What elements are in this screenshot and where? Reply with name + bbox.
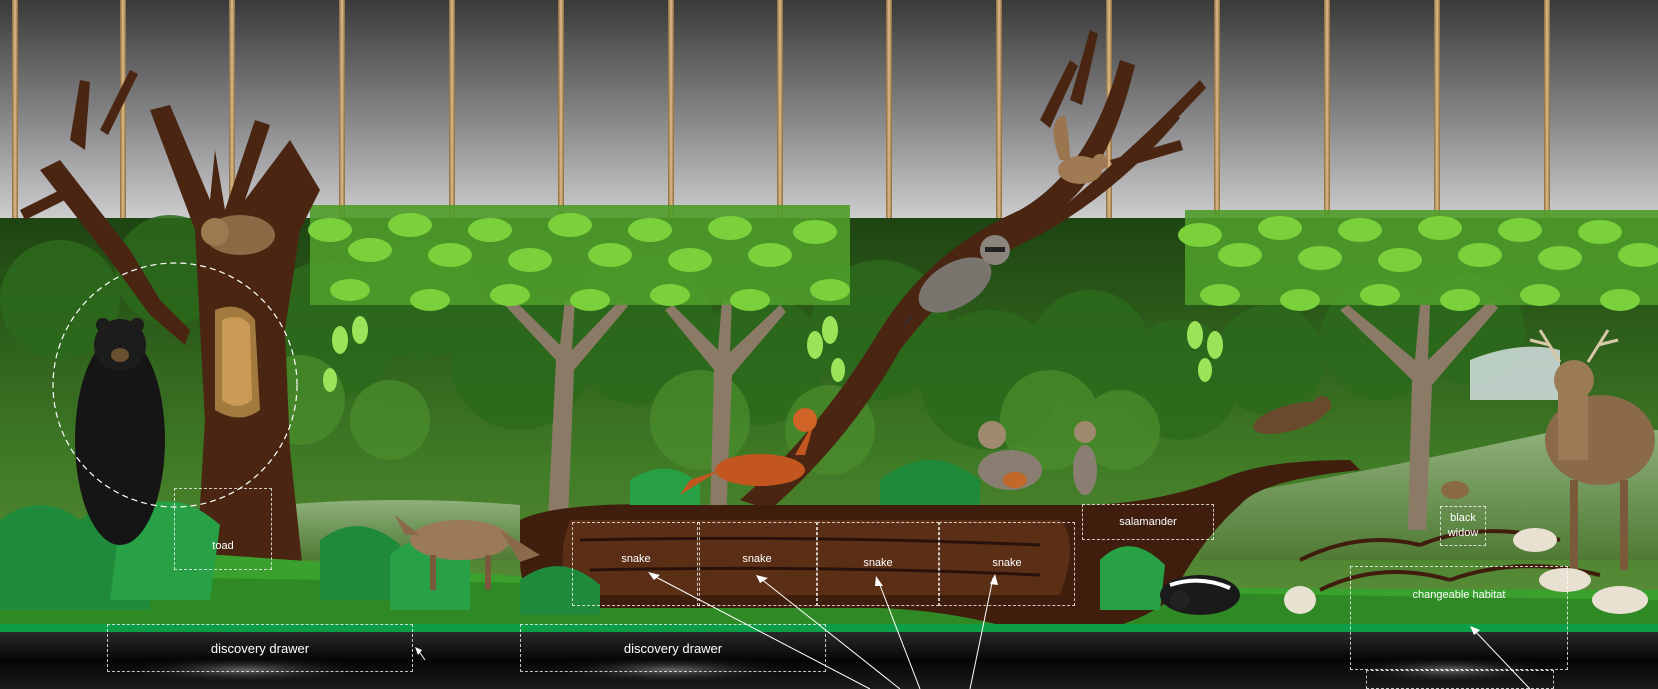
salamander-label-box: salamander	[1082, 504, 1214, 540]
changeable-habitat-label: changeable habitat	[1412, 589, 1506, 601]
snake-label-1: snake	[621, 553, 651, 565]
skunk	[1160, 575, 1240, 615]
discovery-drawer-box-2[interactable]: discovery drawer	[520, 624, 826, 672]
salamander-label: salamander	[1119, 515, 1177, 528]
snake-label-box-4: snake	[939, 522, 1075, 606]
snake-label-box-3: snake	[817, 522, 939, 606]
black-widow-label-box: black widow	[1440, 506, 1486, 546]
snake-label-2: snake	[742, 553, 772, 565]
snake-label-4: snake	[992, 557, 1022, 569]
snake-label-3: snake	[863, 557, 893, 569]
snake-label-box-1: snake	[572, 522, 700, 606]
gallery-wall	[0, 0, 1658, 225]
changeable-habitat-drawer-box	[1366, 670, 1554, 689]
black-widow-label: black widow	[1447, 512, 1479, 539]
chipmunk	[1441, 481, 1469, 499]
toad-label: toad	[212, 540, 234, 552]
changeable-habitat-label-box: changeable habitat	[1350, 566, 1568, 670]
gray-fox-kit	[1073, 421, 1097, 495]
discovery-drawer-label-1: discovery drawer	[210, 640, 310, 656]
exhibit-diorama: toad snake snake snake snake salamander …	[0, 0, 1658, 689]
discovery-drawer-box-1[interactable]: discovery drawer	[107, 624, 413, 672]
toad-label-box: toad	[174, 488, 272, 570]
snake-label-box-2: snake	[697, 522, 817, 606]
discovery-drawer-label-2: discovery drawer	[623, 640, 723, 656]
